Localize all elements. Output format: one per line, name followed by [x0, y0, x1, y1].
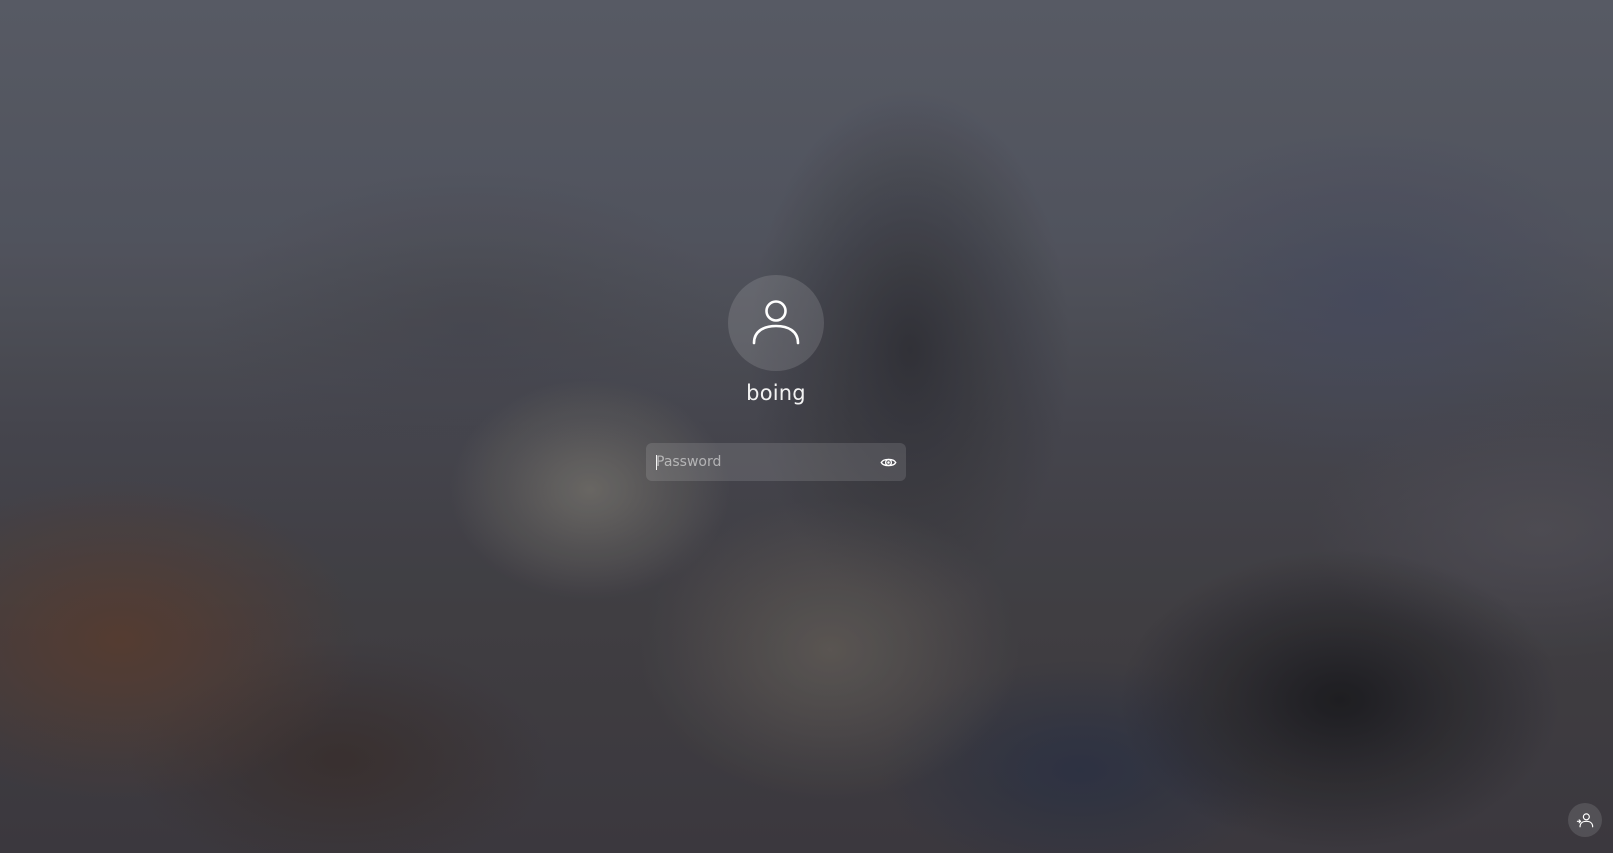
user-avatar — [728, 275, 824, 371]
username-label: boing — [746, 381, 806, 405]
password-input[interactable] — [656, 443, 862, 481]
switch-user-button[interactable] — [1568, 803, 1602, 837]
text-caret — [656, 455, 657, 470]
reveal-password-button[interactable] — [878, 452, 898, 472]
switch-user-icon — [1576, 813, 1594, 828]
lock-screen: boing — [0, 0, 1613, 853]
password-field-container[interactable] — [646, 443, 906, 481]
eye-icon — [880, 458, 896, 466]
user-icon — [752, 300, 800, 345]
wallpaper-shade — [0, 0, 1613, 853]
